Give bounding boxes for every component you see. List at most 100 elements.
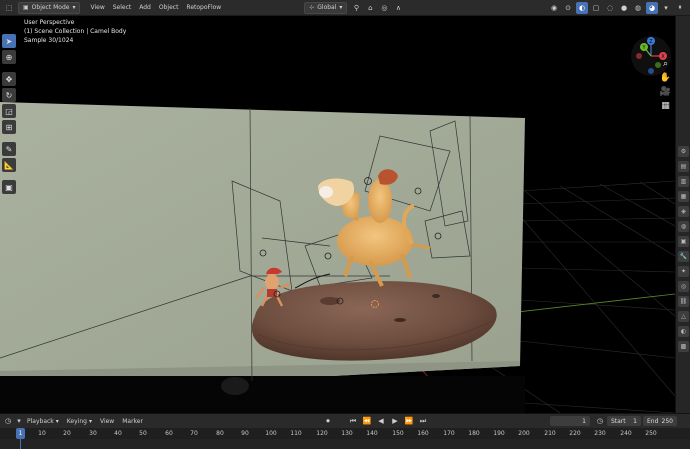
- xray-icon[interactable]: ▢: [590, 2, 602, 14]
- rotate-icon[interactable]: ↻: [2, 88, 16, 102]
- jump-start-icon[interactable]: ⏮: [347, 415, 359, 427]
- start-value: 1: [633, 417, 637, 425]
- particles-icon[interactable]: ✦: [678, 266, 689, 277]
- data-icon[interactable]: △: [678, 311, 689, 322]
- jump-end-icon[interactable]: ⏭: [417, 415, 429, 427]
- frame-tick: 50: [139, 430, 147, 437]
- shading-wireframe-icon[interactable]: ◌: [604, 2, 616, 14]
- play-reverse-icon[interactable]: ◀: [375, 415, 387, 427]
- grid-view-icon[interactable]: ▦: [659, 99, 672, 112]
- menu-add[interactable]: Add: [135, 2, 155, 14]
- collection-label: (1) Scene Collection | Camel Body: [24, 28, 127, 35]
- tool-settings-icon[interactable]: ⚙: [678, 146, 689, 157]
- playhead[interactable]: 1: [16, 428, 25, 439]
- start-frame-field[interactable]: Start 1: [606, 416, 641, 426]
- overlays-icon[interactable]: ◐: [576, 1, 588, 14]
- scene-render: [0, 102, 675, 413]
- record-icon[interactable]: ⏺: [322, 415, 334, 427]
- object-mode-icon: ▣: [23, 4, 29, 11]
- chevron-down-icon[interactable]: ▾: [16, 415, 22, 427]
- timeline-menu-view[interactable]: View: [96, 415, 118, 427]
- timeline-header: ◷ ▾ Playback ▾ Keying ▾ View Marker ⏺ ⏮ …: [0, 414, 690, 428]
- frame-tick: 190: [493, 430, 505, 437]
- frame-tick: 90: [241, 430, 249, 437]
- frame-tick: 120: [316, 430, 328, 437]
- add-cube-icon[interactable]: ▣: [2, 180, 16, 194]
- timeline-track[interactable]: [0, 439, 690, 449]
- chevron-down-icon: ▾: [72, 4, 76, 11]
- frame-tick: 70: [190, 430, 198, 437]
- sample-label: Sample 30/1024: [24, 37, 74, 44]
- mode-selector[interactable]: ▣ Object Mode ▾: [18, 1, 81, 14]
- object-icon[interactable]: ▣: [678, 236, 689, 247]
- scene-icon[interactable]: ◈: [678, 206, 689, 217]
- shading-rendered-icon[interactable]: ◕: [646, 1, 658, 14]
- frame-tick: 250: [645, 430, 657, 437]
- menu-retopoflow[interactable]: RetopoFlow: [182, 2, 225, 14]
- visibility-icon[interactable]: ◉: [548, 2, 560, 14]
- menu-object[interactable]: Object: [155, 2, 183, 14]
- snap-icon[interactable]: ⌂: [364, 2, 376, 14]
- frame-tick: 110: [290, 430, 302, 437]
- physics-icon[interactable]: ◎: [678, 281, 689, 292]
- next-keyframe-icon[interactable]: ⏩: [403, 415, 415, 427]
- frame-tick: 220: [569, 430, 581, 437]
- preview-range-icon[interactable]: ◷: [594, 415, 606, 427]
- frame-tick: 40: [114, 430, 122, 437]
- timeline-menu-marker[interactable]: Marker: [118, 415, 147, 427]
- shading-options-icon[interactable]: ▾: [660, 2, 672, 14]
- play-icon[interactable]: ▶: [389, 415, 401, 427]
- 3d-cursor-icon[interactable]: ⊕: [2, 50, 16, 64]
- shading-material-icon[interactable]: ◍: [632, 2, 644, 14]
- viewport-header: ⬚ ▣ Object Mode ▾ View Select Add Object…: [0, 0, 690, 16]
- frame-tick: 160: [417, 430, 429, 437]
- editor-type-icon[interactable]: ⬚: [3, 2, 15, 14]
- texture-icon[interactable]: ▩: [678, 341, 689, 352]
- transform-icon[interactable]: ⊞: [2, 120, 16, 134]
- menu-select[interactable]: Select: [109, 2, 136, 14]
- frame-tick: 30: [89, 430, 97, 437]
- render-icon[interactable]: ▤: [678, 161, 689, 172]
- shading-solid-icon[interactable]: ●: [618, 2, 630, 14]
- material-icon[interactable]: ◐: [678, 326, 689, 337]
- current-frame-field[interactable]: 1: [549, 416, 590, 426]
- end-label: End: [646, 417, 659, 425]
- prev-keyframe-icon[interactable]: ⏪: [361, 415, 373, 427]
- frame-tick: 180: [468, 430, 480, 437]
- constraints-icon[interactable]: ⛓: [678, 296, 689, 307]
- transform-orientation[interactable]: ⊹ Global ▾: [304, 1, 348, 14]
- viewport-gizmo-icon[interactable]: ⊙: [562, 2, 574, 14]
- camera-view-icon[interactable]: 🎥: [659, 85, 672, 98]
- cursor-arrow-icon[interactable]: ➤: [2, 34, 16, 48]
- mode-label: Object Mode: [31, 4, 70, 11]
- frame-tick: 170: [443, 430, 455, 437]
- view-layer-icon[interactable]: ▦: [678, 191, 689, 202]
- orientation-icon: ⊹: [309, 4, 315, 11]
- scale-icon[interactable]: ◲: [2, 104, 16, 118]
- measure-icon[interactable]: 📐: [2, 158, 16, 172]
- svg-text:Z: Z: [649, 39, 653, 45]
- frame-tick: 200: [518, 430, 530, 437]
- falloff-icon[interactable]: ∧: [392, 2, 404, 14]
- modifier-icon[interactable]: 🔧: [678, 251, 689, 262]
- end-frame-field[interactable]: End 250: [642, 416, 677, 426]
- frame-tick: 130: [341, 430, 353, 437]
- annotate-icon[interactable]: ✎: [2, 142, 16, 156]
- zoom-icon[interactable]: ⌕: [659, 57, 672, 70]
- pause-icon[interactable]: ⏸: [674, 2, 686, 14]
- move-icon[interactable]: ✥: [2, 72, 16, 86]
- frame-tick: 20: [63, 430, 71, 437]
- timeline-ruler[interactable]: 10 20 30 40 50 60 70 80 90 100 110 120 1…: [0, 428, 690, 439]
- proportional-edit-icon[interactable]: ◎: [378, 2, 390, 14]
- world-icon[interactable]: ◍: [678, 221, 689, 232]
- output-icon[interactable]: ▥: [678, 176, 689, 187]
- pivot-icon[interactable]: ⚲: [350, 2, 362, 14]
- timeline-menu-keying[interactable]: Keying ▾: [63, 415, 96, 427]
- menu-view[interactable]: View: [86, 2, 108, 14]
- 3d-viewport[interactable]: User Perspective (1) Scene Collection | …: [0, 16, 675, 413]
- current-frame-value: 1: [582, 417, 586, 425]
- pan-hand-icon[interactable]: ✋: [659, 71, 672, 84]
- clock-icon[interactable]: ◷: [2, 415, 14, 427]
- timeline-menu-playback[interactable]: Playback ▾: [23, 415, 63, 427]
- frame-tick: 230: [594, 430, 606, 437]
